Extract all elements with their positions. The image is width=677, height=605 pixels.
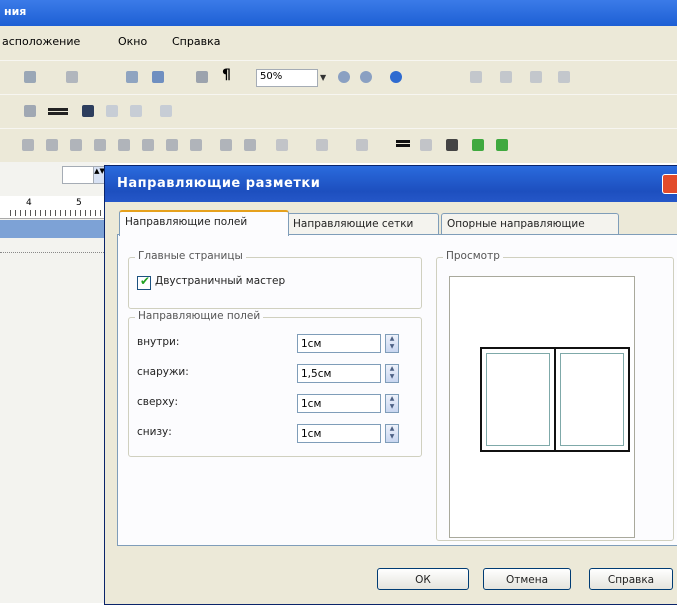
new-icon[interactable] <box>24 71 36 83</box>
zoom-dropdown-icon[interactable]: ▼ <box>320 73 326 82</box>
main-pages-label: Главные страницы <box>135 250 246 262</box>
bottom-spinner[interactable]: ▲ ▼ <box>385 424 399 443</box>
preview-area <box>449 276 635 538</box>
inside-label: внутри: <box>137 336 180 348</box>
toolbar-tool-icon[interactable] <box>470 71 482 83</box>
app-title: ния <box>4 5 27 18</box>
two-page-master-label[interactable]: Двустраничный мастер <box>155 275 285 287</box>
margin-guide <box>560 353 624 446</box>
menu-help[interactable]: Справка <box>172 35 220 48</box>
indent-increase-icon[interactable] <box>190 139 202 151</box>
align-right-icon[interactable] <box>22 139 34 151</box>
ok-button[interactable]: ОК <box>377 568 469 590</box>
arrow-style-icon[interactable] <box>446 139 458 151</box>
fill-icon[interactable] <box>106 105 118 117</box>
zoom-value: 50% <box>260 71 283 82</box>
shadow-style-icon[interactable] <box>472 139 484 151</box>
line-spacing-icon[interactable] <box>94 139 106 151</box>
spelling-icon[interactable] <box>152 71 164 83</box>
line-style-icon[interactable] <box>396 140 410 143</box>
menu-bar: асположение Окно Справка <box>0 26 677 60</box>
line-color-icon[interactable] <box>316 139 328 151</box>
outside-input[interactable]: 1,5см <box>297 364 381 383</box>
help-button[interactable]: Справка <box>589 568 673 590</box>
preview-left-page <box>480 347 556 452</box>
standard-toolbar: ¶ 50% ▼ <box>0 60 677 95</box>
font-grow-icon[interactable] <box>220 139 232 151</box>
pilcrow-icon[interactable]: ¶ <box>222 67 231 83</box>
font-color-icon[interactable] <box>356 139 368 151</box>
zoom-out-icon[interactable] <box>338 71 350 83</box>
toolbar-tool-icon[interactable] <box>500 71 512 83</box>
cancel-button[interactable]: Отмена <box>483 568 571 590</box>
bottom-input[interactable]: 1см <box>297 424 381 443</box>
distribute-icon[interactable] <box>70 139 82 151</box>
inside-spinner[interactable]: ▲ ▼ <box>385 334 399 353</box>
help-icon[interactable] <box>390 71 402 83</box>
margin-guides-group: Направляющие полей внутри: 1см ▲ ▼ снаруж… <box>128 310 422 457</box>
top-input[interactable]: 1см <box>297 394 381 413</box>
justify-icon[interactable] <box>46 139 58 151</box>
margin-guide <box>486 353 550 446</box>
pen-icon[interactable] <box>130 105 142 117</box>
font-shrink-icon[interactable] <box>244 139 256 151</box>
ruler-ticks <box>10 210 110 216</box>
tab-baseline-guides[interactable]: Опорные направляющие <box>441 213 619 235</box>
guide-line <box>0 252 110 253</box>
layout-guides-dialog: Направляющие разметки Направляющие полей… <box>104 165 677 605</box>
top-label: сверху: <box>137 396 179 408</box>
fill-color-icon[interactable] <box>276 139 288 151</box>
two-page-master-checkbox[interactable]: ✔ <box>137 274 151 290</box>
line-style-icon[interactable] <box>48 108 68 111</box>
sidebar-combo[interactable]: ▲▼ <box>62 166 106 184</box>
preview-label: Просмотр <box>443 250 503 262</box>
columns-icon[interactable] <box>196 71 208 83</box>
print-icon[interactable] <box>66 71 78 83</box>
check-icon: ✔ <box>140 274 151 288</box>
app-title-bar: ния <box>0 0 677 26</box>
inside-input[interactable]: 1см <box>297 334 381 353</box>
close-icon[interactable] <box>662 174 677 194</box>
main-pages-group: Главные страницы ✔ Двустраничный мастер <box>128 250 422 309</box>
preview-icon[interactable] <box>126 71 138 83</box>
checkbox-tool-icon[interactable] <box>82 105 94 117</box>
tab-margin-guides[interactable]: Направляющие полей <box>119 210 289 236</box>
bullets-icon[interactable] <box>142 139 154 151</box>
outside-label: снаружи: <box>137 366 189 378</box>
ruler-mark: 5 <box>76 198 82 208</box>
toolbar-tool-icon[interactable] <box>530 71 542 83</box>
margin-guides-label: Направляющие полей <box>135 310 264 322</box>
zoom-in-icon[interactable] <box>360 71 372 83</box>
selection-band <box>0 220 110 238</box>
toolbar-tool-icon[interactable] <box>558 71 570 83</box>
preview-right-page <box>554 347 630 452</box>
3d-style-icon[interactable] <box>496 139 508 151</box>
dialog-title-bar[interactable]: Направляющие разметки <box>105 166 677 202</box>
menu-window[interactable]: Окно <box>118 35 147 48</box>
top-spinner[interactable]: ▲ ▼ <box>385 394 399 413</box>
horizontal-ruler: 4 5 <box>0 196 110 219</box>
ruler-mark: 4 <box>26 198 32 208</box>
objects-toolbar <box>0 94 677 129</box>
shadow-icon[interactable] <box>160 105 172 117</box>
bottom-label: снизу: <box>137 426 172 438</box>
indent-decrease-icon[interactable] <box>166 139 178 151</box>
numbering-icon[interactable] <box>118 139 130 151</box>
outside-spinner[interactable]: ▲ ▼ <box>385 364 399 383</box>
tab-grid-guides[interactable]: Направляющие сетки <box>287 213 439 235</box>
dash-style-icon[interactable] <box>420 139 432 151</box>
anchor-icon[interactable] <box>24 105 36 117</box>
menu-layout[interactable]: асположение <box>2 35 80 48</box>
dialog-title: Направляющие разметки <box>117 176 321 191</box>
zoom-combo[interactable]: 50% <box>256 69 318 87</box>
formatting-toolbar <box>0 128 677 163</box>
